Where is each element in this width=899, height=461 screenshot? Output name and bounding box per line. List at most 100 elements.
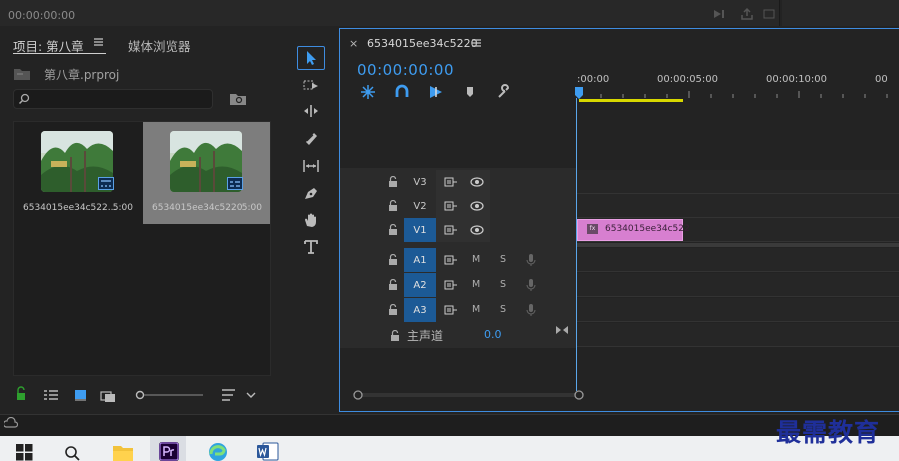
creative-cloud-icon[interactable] xyxy=(4,417,18,429)
track-select-tool-icon[interactable] xyxy=(297,73,325,97)
find-bin-icon[interactable] xyxy=(229,92,247,106)
word-icon[interactable] xyxy=(257,442,279,461)
clip-name: 6534015ee34c522... xyxy=(23,203,117,213)
export-frame-icon[interactable] xyxy=(740,7,754,21)
premiere-pro-icon[interactable] xyxy=(159,442,179,461)
search-taskbar-icon[interactable] xyxy=(64,445,80,461)
search-icon xyxy=(18,93,30,105)
panel-menu-icon[interactable] xyxy=(472,38,482,48)
status-bar xyxy=(0,414,899,436)
sync-lock-icon[interactable] xyxy=(444,254,458,266)
track-target-a1[interactable]: A1 xyxy=(404,248,436,272)
clip-thumbnail-item[interactable]: 6534015ee34c522... 5:00 xyxy=(14,122,141,224)
microphone-icon[interactable] xyxy=(526,303,536,317)
audio-track-lane-a3[interactable] xyxy=(577,298,899,322)
sequence-timecode[interactable]: 00:00:00:00 xyxy=(357,61,454,79)
solo-track-button[interactable]: S xyxy=(500,279,506,290)
project-file-name: 第八章.prproj xyxy=(44,68,120,82)
project-folder-icon xyxy=(13,67,31,81)
solo-track-button[interactable]: S xyxy=(500,304,506,315)
sync-lock-icon[interactable] xyxy=(444,176,458,188)
tab-media-browser[interactable]: 媒体浏览器 xyxy=(128,36,191,55)
eye-icon[interactable] xyxy=(470,225,484,235)
pen-tool-icon[interactable] xyxy=(297,181,325,205)
chevron-down-icon xyxy=(246,392,256,398)
master-lock-icon[interactable] xyxy=(390,330,400,342)
ruler-ticks xyxy=(577,88,899,98)
track-header-a2: A2 M S xyxy=(340,273,576,297)
track-lock-icon[interactable] xyxy=(388,279,398,291)
video-track-lane-v2[interactable] xyxy=(577,194,899,218)
sort-icon xyxy=(222,389,235,401)
watermark-logo: 最需教育 xyxy=(776,418,881,447)
timeline-clip[interactable]: fx 6534015ee34c522 xyxy=(577,219,690,241)
video-clip-badge-icon xyxy=(98,177,114,190)
microphone-icon[interactable] xyxy=(526,278,536,292)
program-monitor-bottom xyxy=(0,0,780,26)
edge-browser-icon[interactable] xyxy=(207,442,229,461)
search-input[interactable] xyxy=(13,89,213,109)
razor-tool-icon[interactable] xyxy=(297,126,325,150)
wrench-icon[interactable] xyxy=(495,84,513,100)
track-lock-icon[interactable] xyxy=(388,254,398,266)
clip-thumbnail-item-selected[interactable]: 6534015ee34c5220 5:00 xyxy=(143,122,270,224)
add-marker-icon[interactable] xyxy=(461,84,479,100)
icon-view-icon xyxy=(75,390,86,401)
eye-icon[interactable] xyxy=(470,201,484,211)
snap-icon[interactable] xyxy=(393,84,411,100)
windows-start-icon[interactable] xyxy=(16,444,33,461)
tab-sequence[interactable]: 6534015ee34c5220 xyxy=(367,37,478,50)
eye-icon[interactable] xyxy=(470,177,484,187)
microphone-icon[interactable] xyxy=(526,253,536,267)
mute-track-button[interactable]: M xyxy=(472,279,480,290)
sync-lock-icon[interactable] xyxy=(444,279,458,291)
zoom-slider xyxy=(135,390,203,400)
track-target-v3[interactable]: V3 xyxy=(404,170,436,194)
track-lock-icon[interactable] xyxy=(388,176,398,188)
step-forward-icon[interactable] xyxy=(712,8,728,20)
sync-lock-icon[interactable] xyxy=(444,200,458,212)
video-track-lane-v3[interactable] xyxy=(577,170,899,194)
panel-menu-icon[interactable] xyxy=(94,37,104,47)
ruler-label: 00:00:05:00 xyxy=(657,74,719,85)
playhead-line xyxy=(576,98,577,391)
file-explorer-icon[interactable] xyxy=(112,444,134,461)
selection-tool-icon[interactable] xyxy=(297,46,325,70)
windows-taskbar xyxy=(0,436,899,461)
linked-selection-icon[interactable] xyxy=(427,84,445,100)
settings-icon[interactable] xyxy=(762,7,776,21)
audio-track-lane-a1[interactable] xyxy=(577,248,899,272)
track-lock-icon[interactable] xyxy=(388,224,398,236)
ripple-edit-tool-icon[interactable] xyxy=(297,99,325,123)
sync-lock-icon[interactable] xyxy=(444,224,458,236)
slip-tool-icon[interactable] xyxy=(297,154,325,178)
sync-lock-icon[interactable] xyxy=(444,304,458,316)
work-area-bar[interactable] xyxy=(579,99,683,102)
track-header-a3: A3 M S xyxy=(340,298,576,322)
track-target-a3[interactable]: A3 xyxy=(404,298,436,322)
master-volume-value[interactable]: 0.0 xyxy=(484,328,502,341)
clip-duration: 5:00 xyxy=(241,203,262,213)
track-lock-icon[interactable] xyxy=(388,304,398,316)
nest-sequence-icon[interactable] xyxy=(359,84,377,100)
go-to-end-icon[interactable] xyxy=(555,324,569,336)
close-sequence-button[interactable]: × xyxy=(349,37,358,50)
track-target-a2[interactable]: A2 xyxy=(404,273,436,297)
track-header-v2: V2 xyxy=(340,194,576,218)
horizontal-zoom-scrollbar[interactable] xyxy=(352,389,882,401)
track-lock-icon[interactable] xyxy=(388,200,398,212)
ruler-label: 00 xyxy=(875,74,888,85)
av-divider xyxy=(577,243,899,247)
track-target-v2[interactable]: V2 xyxy=(404,194,436,218)
lock-icon xyxy=(17,386,25,400)
timeline-clip-name: 6534015ee34c522 xyxy=(605,224,690,234)
audio-track-lane-a2[interactable] xyxy=(577,273,899,297)
mute-track-button[interactable]: M xyxy=(472,254,480,265)
solo-track-button[interactable]: S xyxy=(500,254,506,265)
hand-tool-icon[interactable] xyxy=(297,208,325,232)
track-target-v1[interactable]: V1 xyxy=(404,218,436,242)
type-tool-icon[interactable] xyxy=(297,235,325,259)
master-track-lane[interactable] xyxy=(577,323,899,347)
mute-track-button[interactable]: M xyxy=(472,304,480,315)
monitor-timecode[interactable]: 00:00:00:00 xyxy=(8,9,75,22)
